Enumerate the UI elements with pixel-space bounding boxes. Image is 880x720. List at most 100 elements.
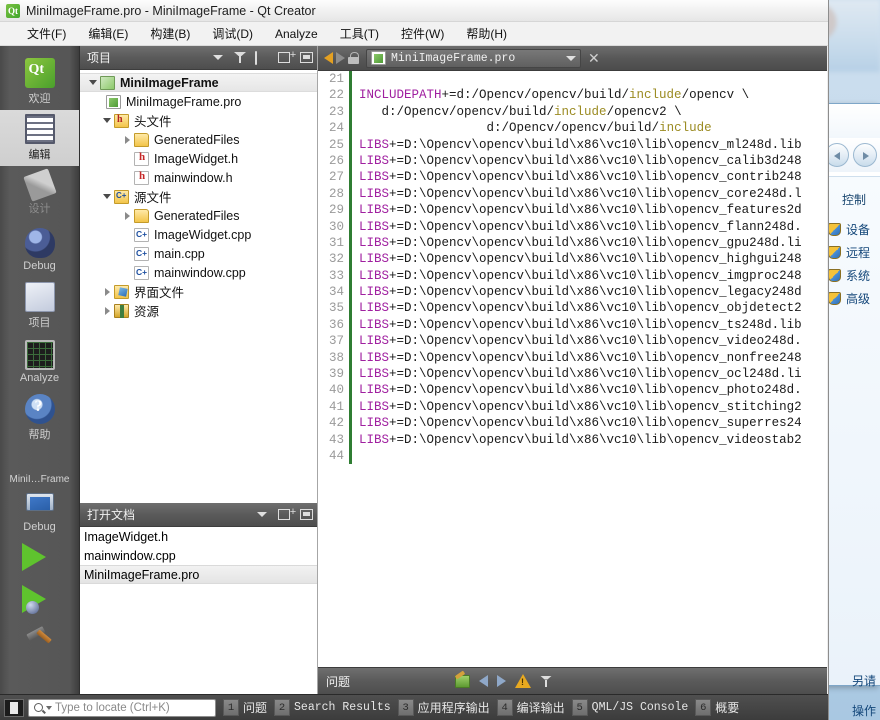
tree-item-imagewidget-cpp[interactable]: ImageWidget.cpp xyxy=(80,225,317,244)
code-line[interactable]: 40 LIBS+=D:\Opencv\opencv\build\x86\vc10\… xyxy=(318,382,827,399)
open-documents-list[interactable]: ImageWidget.h mainwindow.cpp MiniImageFr… xyxy=(80,527,317,584)
filter-icon[interactable] xyxy=(540,676,552,687)
open-file-combobox[interactable]: MiniImageFrame.pro xyxy=(366,48,581,68)
tree-item-mainwindow-cpp[interactable]: mainwindow.cpp xyxy=(80,263,317,282)
code-line[interactable]: 31 LIBS+=D:\Opencv\opencv\build\x86\vc10\… xyxy=(318,234,827,252)
code-editor[interactable]: 21 22 INCLUDEPATH+=d:/Opencv/opencv/build/… xyxy=(318,71,827,479)
code-line[interactable]: 28 LIBS+=D:\Opencv\opencv\build\x86\vc10\… xyxy=(318,185,827,203)
code-line[interactable]: 44 xyxy=(318,447,827,465)
code-line[interactable]: 39 LIBS+=D:\Opencv\opencv\build\x86\vc10\… xyxy=(318,366,827,383)
twisty-open[interactable] xyxy=(100,194,114,199)
mode-button-analyze[interactable]: Analyze xyxy=(0,334,79,390)
project-dock-combo-caret[interactable] xyxy=(207,47,229,69)
code-line[interactable]: 35 LIBS+=D:\Opencv\opencv\build\x86\vc10\… xyxy=(318,300,827,317)
menu-file[interactable]: 文件(F) xyxy=(16,22,77,45)
control-panel-link-advanced[interactable]: 高级 xyxy=(824,287,880,310)
code-line[interactable]: 22 INCLUDEPATH+=d:/Opencv/opencv/build/in… xyxy=(318,87,827,104)
mode-button-help[interactable]: 帮助 xyxy=(0,390,79,446)
twisty-closed[interactable] xyxy=(100,287,114,296)
clear-icon[interactable] xyxy=(455,674,470,688)
tree-item-generated-files-c[interactable]: GeneratedFiles xyxy=(80,206,317,225)
tree-item-generated-files-h[interactable]: GeneratedFiles xyxy=(80,130,317,149)
open-document-item[interactable]: ImageWidget.h xyxy=(80,527,317,546)
mode-button-projects[interactable]: 项目 xyxy=(0,278,79,334)
tree-item-pro-file[interactable]: MiniImageFrame.pro xyxy=(80,92,317,111)
twisty-open[interactable] xyxy=(100,118,114,123)
project-tree[interactable]: MiniImageFrame MiniImageFrame.pro 头文件 Ge… xyxy=(80,70,317,503)
menu-build[interactable]: 构建(B) xyxy=(139,22,201,45)
code-line[interactable]: 21 xyxy=(318,71,827,88)
opendocs-close-button[interactable] xyxy=(295,504,317,526)
menu-debug[interactable]: 调试(D) xyxy=(201,22,264,45)
menu-window[interactable]: 控件(W) xyxy=(390,22,455,45)
close-editor-button[interactable]: ✕ xyxy=(588,50,600,67)
build-hammer-icon[interactable] xyxy=(27,627,53,651)
code-line[interactable]: 32 LIBS+=D:\Opencv\opencv\build\x86\vc10\… xyxy=(318,251,827,268)
code-line[interactable]: 24 d:/Opencv/opencv/build/include xyxy=(318,120,827,137)
next-issue-icon[interactable] xyxy=(497,675,506,687)
open-document-item[interactable]: mainwindow.cpp xyxy=(80,546,317,565)
tree-item-main-cpp[interactable]: main.cpp xyxy=(80,244,317,263)
close-dock-button[interactable] xyxy=(295,47,317,69)
code-line[interactable]: 38 LIBS+=D:\Opencv\opencv\build\x86\vc10\… xyxy=(318,349,827,367)
tree-item-imagewidget-h[interactable]: ImageWidget.h xyxy=(80,149,317,168)
code-line[interactable]: 37 LIBS+=D:\Opencv\opencv\build\x86\vc10\… xyxy=(318,333,827,350)
tree-item-project[interactable]: MiniImageFrame xyxy=(80,73,317,92)
code-line[interactable]: 29 LIBS+=D:\Opencv\opencv\build\x86\vc10\… xyxy=(318,202,827,219)
output-tab-qml-js-console[interactable]: 5 QML/JS Console xyxy=(571,699,688,716)
unlocked-icon[interactable] xyxy=(348,52,359,64)
control-panel-link-device[interactable]: 设备 xyxy=(824,218,880,241)
menu-analyze[interactable]: Analyze xyxy=(264,24,329,44)
output-tab-overview[interactable]: 6 概要 xyxy=(695,699,739,716)
toggle-sidebar-icon[interactable] xyxy=(4,698,24,717)
output-tab-search-results[interactable]: 2 Search Results xyxy=(274,699,391,716)
opendocs-combo-caret[interactable] xyxy=(251,504,273,526)
output-tab-application-output[interactable]: 3 应用程序输出 xyxy=(397,699,490,716)
code-line[interactable]: 36 LIBS+=D:\Opencv\opencv\build\x86\vc10\… xyxy=(318,316,827,334)
code-line[interactable]: 43 LIBS+=D:\Opencv\opencv\build\x86\vc10\… xyxy=(318,431,827,448)
code-line[interactable]: 30 LIBS+=D:\Opencv\opencv\build\x86\vc10\… xyxy=(318,218,827,235)
opendocs-split-button[interactable] xyxy=(273,504,296,526)
code-line[interactable]: 42 LIBS+=D:\Opencv\opencv\build\x86\vc10\… xyxy=(318,415,827,432)
mode-button-edit[interactable]: 编辑 xyxy=(0,110,79,166)
code-line[interactable]: 34 LIBS+=D:\Opencv\opencv\build\x86\vc10\… xyxy=(318,284,827,301)
target-selector-button[interactable]: Debug xyxy=(0,485,79,533)
code-line[interactable]: 25 LIBS+=D:\Opencv\opencv\build\x86\vc10\… xyxy=(318,136,827,153)
tree-item-sources-group[interactable]: 源文件 xyxy=(80,187,317,206)
run-play-icon[interactable] xyxy=(22,543,46,571)
twisty-closed[interactable] xyxy=(100,306,114,315)
output-tab-issues[interactable]: 1 问题 xyxy=(223,699,267,716)
run-debug-icon[interactable] xyxy=(22,585,46,614)
tree-item-mainwindow-h[interactable]: mainwindow.h xyxy=(80,168,317,187)
tree-item-headers-group[interactable]: 头文件 xyxy=(80,111,317,130)
code-line[interactable]: 23 d:/Opencv/opencv/build/include/opencv… xyxy=(318,103,827,121)
code-line[interactable]: 26 LIBS+=D:\Opencv\opencv\build\x86\vc10\… xyxy=(318,152,827,170)
split-view-button[interactable] xyxy=(273,47,296,69)
twisty-closed[interactable] xyxy=(120,135,134,144)
control-panel-link-remote[interactable]: 远程 xyxy=(824,241,880,264)
tree-item-forms-group[interactable]: 界面文件 xyxy=(80,282,317,301)
synchronize-selection-button[interactable] xyxy=(251,47,273,69)
prev-issue-icon[interactable] xyxy=(479,675,488,687)
code-line[interactable]: 41 LIBS+=D:\Opencv\opencv\build\x86\vc10\… xyxy=(318,398,827,416)
menu-help[interactable]: 帮助(H) xyxy=(455,22,518,45)
twisty-closed[interactable] xyxy=(120,211,134,220)
twisty-open[interactable] xyxy=(86,80,100,85)
warning-filter-icon[interactable] xyxy=(515,674,531,688)
nav-back-icon[interactable] xyxy=(324,52,333,64)
forward-button[interactable] xyxy=(853,143,877,167)
mode-button-design[interactable]: 设计 xyxy=(0,166,79,222)
open-document-item-selected[interactable]: MiniImageFrame.pro xyxy=(80,565,317,584)
code-line[interactable]: 33 LIBS+=D:\Opencv\opencv\build\x86\vc10\… xyxy=(318,267,827,285)
code-line[interactable]: 27 LIBS+=D:\Opencv\opencv\build\x86\vc10\… xyxy=(318,169,827,186)
control-panel-link-system[interactable]: 系统 xyxy=(824,264,880,287)
nav-forward-icon[interactable] xyxy=(336,52,345,64)
output-tab-compile-output[interactable]: 4 编译输出 xyxy=(496,699,565,716)
tree-item-resources-group[interactable]: 资源 xyxy=(80,301,317,320)
menu-tools[interactable]: 工具(T) xyxy=(329,22,390,45)
locator-input[interactable]: Type to locate (Ctrl+K) xyxy=(28,698,216,717)
mode-button-debug[interactable]: Debug xyxy=(0,222,79,278)
menu-edit[interactable]: 编辑(E) xyxy=(77,22,139,45)
project-filter-button[interactable] xyxy=(229,47,251,69)
mode-button-welcome[interactable]: 欢迎 xyxy=(0,54,79,110)
